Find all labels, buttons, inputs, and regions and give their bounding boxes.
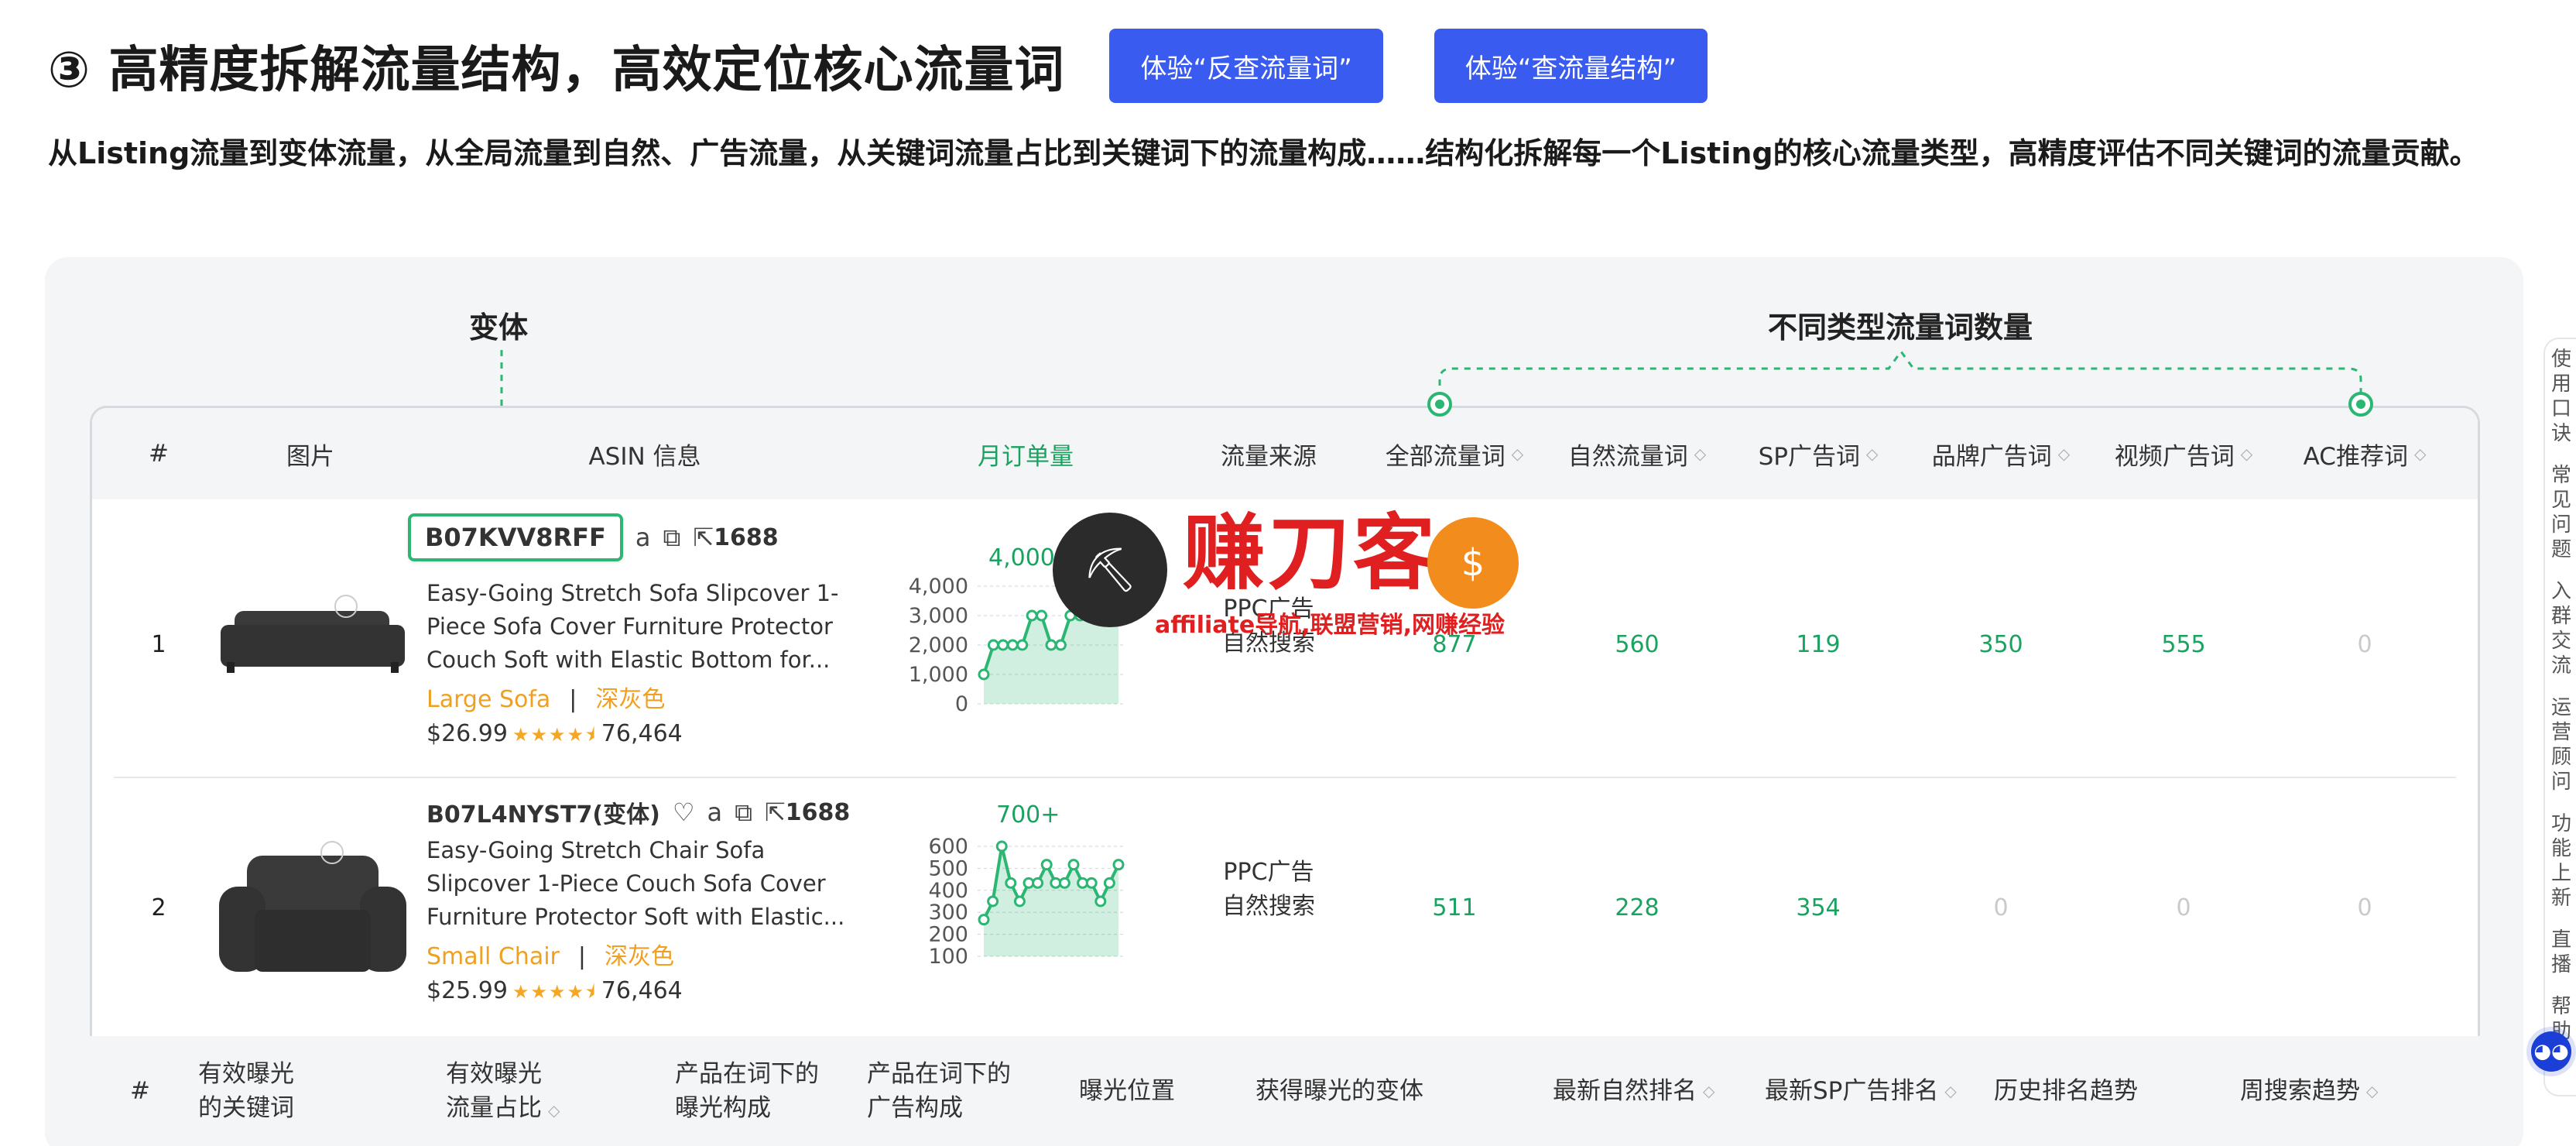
sidebar-item-new-features[interactable]: 功能上新	[2551, 811, 2574, 911]
sidebar-item-tips[interactable]: 使用口诀	[2551, 347, 2574, 446]
kw-col-exposure-composition: 产品在词下的 曝光构成	[675, 1060, 819, 1122]
kw-col-exposed-variants: 获得曝光的变体	[1255, 1077, 1423, 1105]
watermark-title: 赚刀客	[1183, 506, 1438, 601]
keyword-table-header: # 有效曝光 的关键词 有效曝光 流量占比 ◇ 产品在词下的 曝光构成 产品在词下的 广告…	[90, 1036, 2480, 1146]
kw-col-ad-composition: 产品在词下的 广告构成	[867, 1060, 1011, 1122]
sort-icon[interactable]: ◇	[548, 1103, 560, 1118]
kw-col-keyword: 有效曝光 的关键词	[198, 1060, 294, 1122]
kw-col-sp-rank[interactable]: 最新SP广告排名 ◇	[1765, 1036, 1957, 1146]
kw-col-index: #	[130, 1077, 150, 1105]
kw-col-search-trend[interactable]: 周搜索趋势 ◇	[2240, 1036, 2378, 1146]
kw-col-traffic-share[interactable]: 有效曝光 流量占比 ◇	[446, 1036, 560, 1146]
help-sidebar: 使用口诀 常见问题 入群交流 运营顾问 功能上新 直播 帮助	[2543, 338, 2576, 1096]
kw-col-rank-trend: 历史排名趋势	[1994, 1077, 2138, 1105]
sort-icon[interactable]: ◇	[1944, 1083, 1956, 1099]
sidebar-item-faq[interactable]: 常见问题	[2551, 463, 2574, 562]
assistant-avatar-icon[interactable]: ◕◕	[2531, 1031, 2571, 1072]
sidebar-item-live[interactable]: 直播	[2551, 928, 2574, 977]
sort-icon[interactable]: ◇	[2366, 1083, 2378, 1099]
coins-icon: $	[1427, 517, 1519, 609]
sidebar-item-join-group[interactable]: 入群交流	[2551, 579, 2574, 678]
pickaxe-logo-icon: ⛏	[1053, 513, 1167, 627]
kw-col-organic-rank[interactable]: 最新自然排名 ◇	[1553, 1036, 1714, 1146]
sort-icon[interactable]: ◇	[1703, 1083, 1714, 1099]
watermark-subtitle: affiliate导航,联盟营销,网赚经验	[1155, 612, 1505, 639]
watermark: ⛏ 赚刀客 $ affiliate导航,联盟营销,网赚经验	[1053, 506, 1533, 639]
sidebar-item-consultant[interactable]: 运营顾问	[2551, 695, 2574, 794]
kw-col-exposure-position: 曝光位置	[1079, 1077, 1175, 1105]
